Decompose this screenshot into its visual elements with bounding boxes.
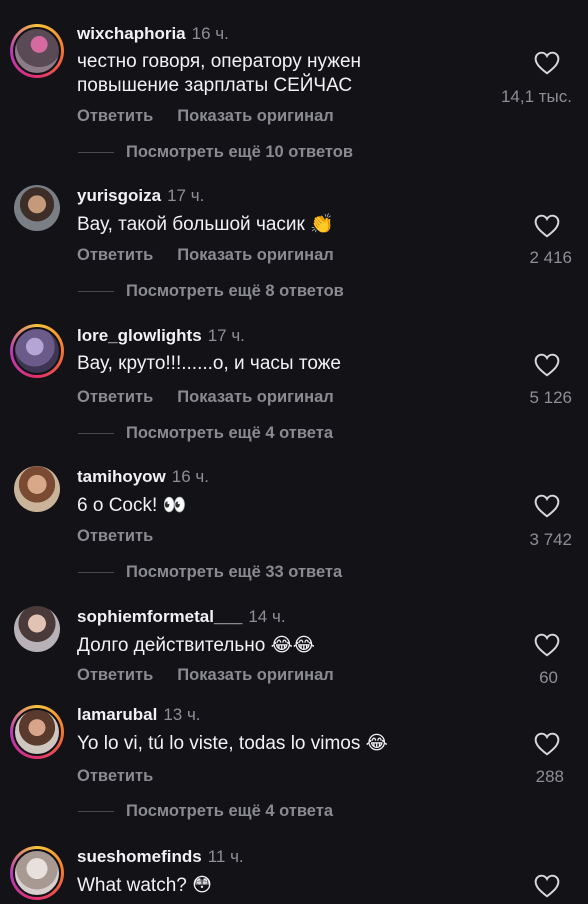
comment-text-row: 6 о Cock! 👀 bbox=[77, 493, 186, 518]
avatar[interactable] bbox=[10, 705, 64, 759]
comment-text-row: What watch? 😳 bbox=[77, 873, 212, 898]
replies-divider bbox=[78, 291, 114, 293]
comment-username[interactable]: sueshomefinds bbox=[77, 847, 202, 866]
view-replies-button[interactable]: Посмотреть ещё 8 ответов bbox=[78, 282, 344, 301]
comment-time: 14 ч. bbox=[248, 607, 286, 626]
comment-text: Yo lo vi, tú lo viste, todas lo vimos bbox=[77, 733, 361, 754]
view-replies-label: Посмотреть ещё 4 ответа bbox=[126, 424, 333, 442]
view-replies-label: Посмотреть ещё 4 ответа bbox=[126, 802, 333, 820]
comment-time: 16 ч. bbox=[191, 24, 229, 43]
like-count: 288 bbox=[535, 767, 564, 786]
comment-emoji: 👏 bbox=[310, 213, 334, 235]
comment-username[interactable]: lamarubal bbox=[77, 705, 157, 724]
comment-emoji: 😳 bbox=[192, 874, 212, 896]
replies-divider bbox=[78, 811, 114, 813]
show-original-button[interactable]: Показать оригинал bbox=[177, 666, 333, 684]
comment-text-line2: повышение зарплаты СЕЙЧАС bbox=[77, 75, 353, 96]
comment-text-row: Долго действительно 😂😂 bbox=[77, 633, 315, 658]
like-count: 2 416 bbox=[529, 248, 572, 267]
avatar[interactable] bbox=[10, 602, 64, 656]
comment-text: Вау, круто!!!......о, и часы тоже bbox=[77, 353, 341, 374]
reply-button[interactable]: Ответить bbox=[77, 666, 153, 684]
comment-text: What watch? bbox=[77, 875, 187, 896]
comment-time: 16 ч. bbox=[171, 467, 210, 486]
view-replies-label: Посмотреть ещё 33 ответа bbox=[126, 563, 343, 581]
avatar[interactable] bbox=[10, 846, 64, 900]
comment-username[interactable]: sophiemformetal___ bbox=[77, 607, 242, 626]
avatar[interactable] bbox=[10, 462, 64, 516]
heart-icon[interactable] bbox=[534, 353, 560, 377]
avatar[interactable] bbox=[10, 24, 64, 78]
view-replies-label: Посмотреть ещё 10 ответов bbox=[126, 143, 353, 161]
reply-button[interactable]: Ответить bbox=[77, 767, 153, 785]
like-count: 60 bbox=[539, 668, 558, 687]
comment-username[interactable]: wixchaphoria bbox=[77, 24, 186, 43]
reply-button[interactable]: Ответить bbox=[77, 107, 153, 125]
heart-icon[interactable] bbox=[534, 494, 560, 518]
replies-divider bbox=[78, 572, 114, 574]
show-original-button[interactable]: Показать оригинал bbox=[177, 388, 333, 406]
like-count: 14,1 тыс. bbox=[500, 87, 572, 106]
comment-text: 6 о Cock! bbox=[77, 495, 158, 516]
comment-time: 11 ч. bbox=[207, 847, 244, 866]
view-replies-button[interactable]: Посмотреть ещё 33 ответа bbox=[78, 563, 342, 582]
heart-icon[interactable] bbox=[534, 214, 560, 238]
avatar[interactable] bbox=[10, 324, 64, 378]
reply-button[interactable]: Ответить bbox=[77, 388, 153, 406]
heart-icon[interactable] bbox=[534, 874, 560, 898]
comment-emoji: 😂 bbox=[365, 732, 388, 754]
replies-divider bbox=[78, 433, 114, 435]
avatar[interactable] bbox=[10, 181, 64, 235]
comment-text: Вау, такой большой часик bbox=[77, 214, 305, 235]
comment-time: 17 ч. bbox=[207, 326, 245, 345]
view-replies-label: Посмотреть ещё 8 ответов bbox=[126, 282, 344, 300]
reply-button[interactable]: Ответить bbox=[77, 246, 153, 264]
show-original-button[interactable]: Показать оригинал bbox=[177, 246, 333, 264]
show-original-button[interactable]: Показать оригинал bbox=[177, 107, 333, 125]
comment-username[interactable]: tamihoyow bbox=[77, 467, 166, 486]
comment-username[interactable]: lore_glowlights bbox=[77, 326, 202, 345]
comment-emoji: 😂😂 bbox=[270, 634, 316, 656]
view-replies-button[interactable]: Посмотреть ещё 4 ответа bbox=[78, 802, 333, 821]
comment-emoji: 👀 bbox=[162, 494, 187, 516]
heart-icon[interactable] bbox=[534, 732, 560, 756]
comment-text-row: Вау, такой большой часик 👏 bbox=[77, 212, 334, 237]
like-count: 3 742 bbox=[529, 530, 572, 549]
comment-username[interactable]: yurisgoiza bbox=[77, 186, 161, 205]
view-replies-button[interactable]: Посмотреть ещё 4 ответа bbox=[78, 424, 333, 443]
comment-text-row: Yo lo vi, tú lo viste, todas lo vimos 😂 bbox=[77, 731, 388, 756]
comment-text: честно говоря, оператору нужен bbox=[77, 51, 362, 72]
heart-icon[interactable] bbox=[534, 51, 560, 75]
view-replies-button[interactable]: Посмотреть ещё 10 ответов bbox=[78, 143, 353, 162]
comment-time: 17 ч. bbox=[167, 186, 205, 205]
comment-text: Долго действительно bbox=[77, 635, 266, 656]
heart-icon[interactable] bbox=[534, 633, 560, 657]
like-count: 5 126 bbox=[529, 388, 572, 407]
reply-button[interactable]: Ответить bbox=[77, 527, 153, 545]
replies-divider bbox=[78, 152, 114, 154]
comment-time: 13 ч. bbox=[163, 705, 201, 724]
